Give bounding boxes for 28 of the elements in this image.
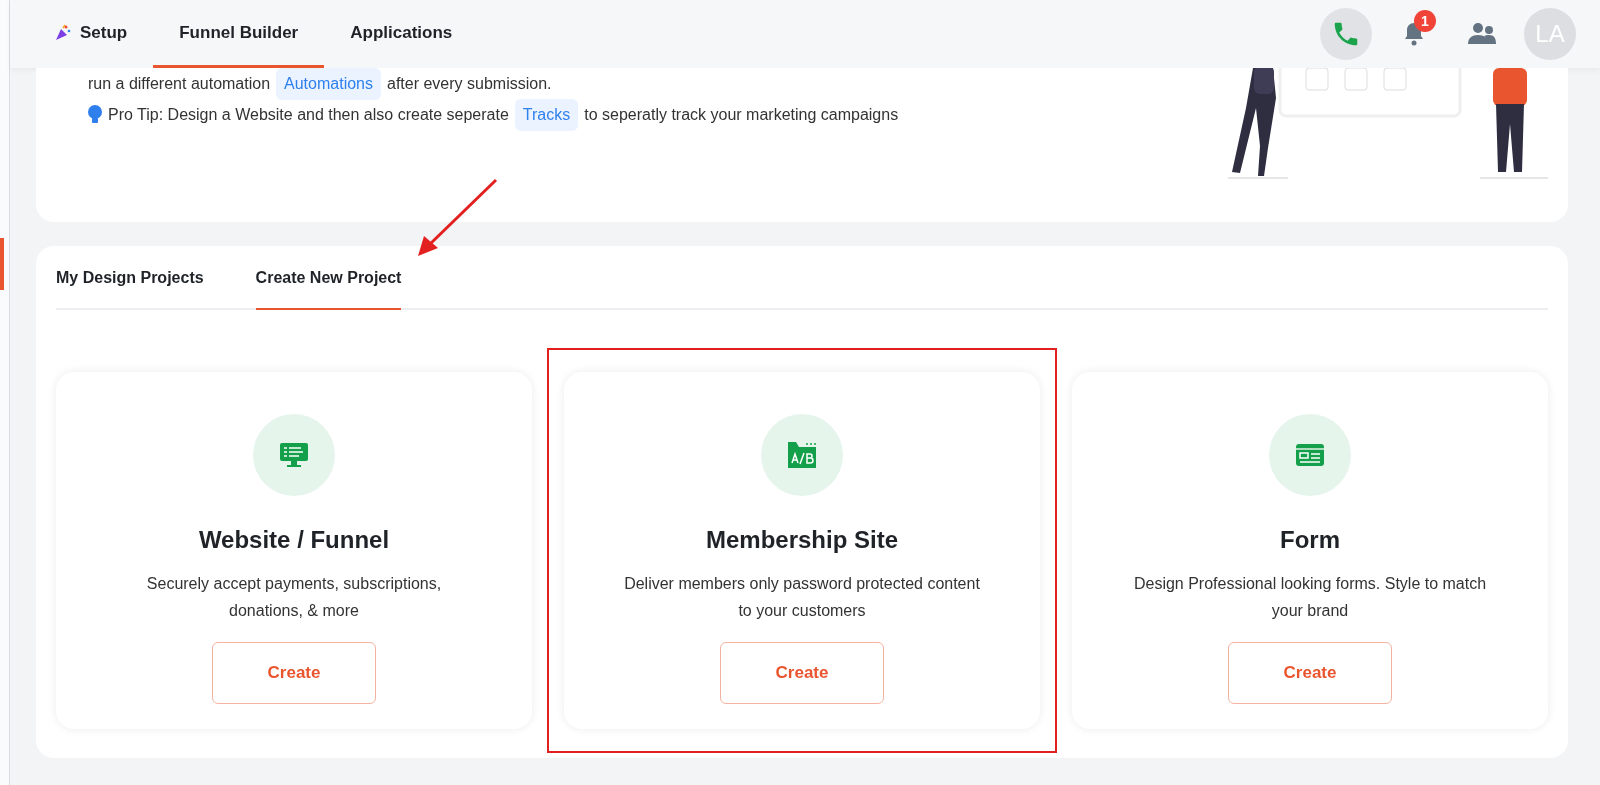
link-chip[interactable]: Automations — [276, 67, 381, 100]
intro-text: after every submission. — [387, 73, 552, 94]
card-title: Membership Site — [705, 525, 898, 555]
active-indicator — [0, 238, 4, 290]
tab[interactable]: My Design Projects — [56, 246, 204, 310]
notification-badge: 1 — [1414, 10, 1436, 32]
phone-button[interactable] — [1320, 8, 1372, 60]
lightbulb-icon — [88, 104, 102, 125]
card-title: Website / Funnel — [198, 525, 390, 555]
create-button[interactable]: Create — [720, 642, 884, 704]
card-description: Design Professional looking forms. Style to match your brand — [1132, 574, 1488, 621]
card-description: Securely accept payments, subscriptions, donations, & more — [145, 574, 443, 621]
nav-tab[interactable]: Applications — [324, 0, 479, 68]
create-button[interactable]: Create — [1228, 642, 1392, 704]
users-icon — [1467, 22, 1497, 46]
card-title: Form — [1280, 525, 1340, 555]
link-chip[interactable]: Tracks — [514, 98, 579, 131]
create-button[interactable]: Create — [212, 642, 376, 704]
tab[interactable]: Create New Project — [255, 246, 402, 310]
notifications-button[interactable]: 1 — [1388, 8, 1440, 60]
intro-text: to seperatly track your marketing campaigns — [584, 104, 899, 125]
intro-text: Pro Tip: Design a Website and then also create seperate — [108, 104, 509, 125]
nav-tab[interactable]: Setup — [44, 0, 154, 68]
ab-test-icon — [787, 440, 817, 470]
card-description: Deliver members only password protected content to your customers — [623, 574, 981, 621]
monitor-icon — [279, 440, 309, 470]
party-popper-icon — [54, 23, 72, 42]
intro-text: run a different automation — [88, 73, 271, 94]
